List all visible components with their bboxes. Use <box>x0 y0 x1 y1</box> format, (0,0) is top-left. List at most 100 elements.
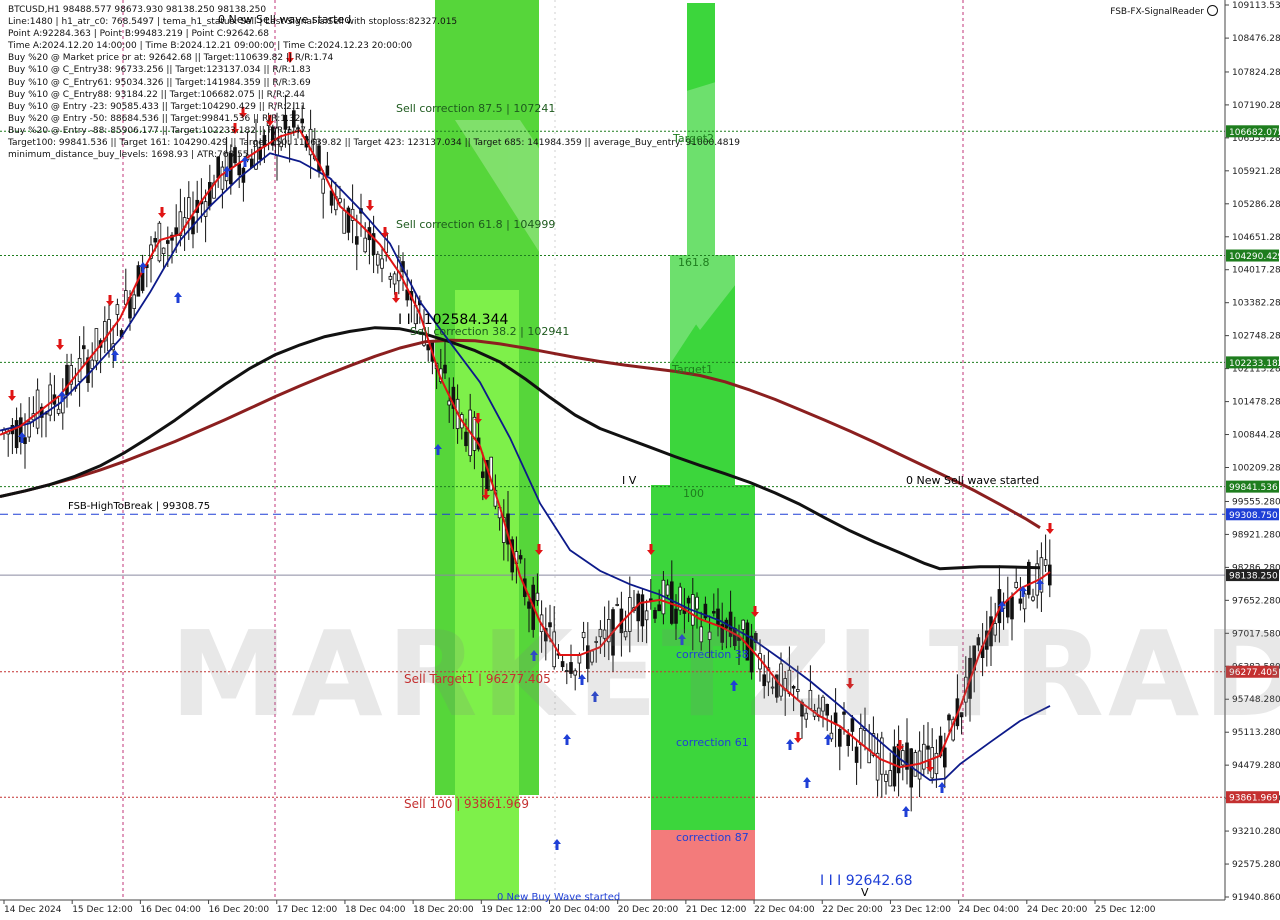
candle-body <box>535 592 540 601</box>
candle-body <box>926 745 930 750</box>
info-line: Buy %20 @ Entry -88: 85906.177 || Target… <box>8 125 307 136</box>
candle-body <box>115 304 120 315</box>
annotation-label: 100 <box>683 487 704 500</box>
annotation-label: Sell correction 87.5 | 107241 <box>396 102 556 115</box>
annotation-label: I V <box>622 474 637 487</box>
candle-body <box>388 276 393 280</box>
x-tick-label: 16 Dec 20:00 <box>209 905 270 915</box>
y-tick-label: 92575.280 <box>1232 860 1280 870</box>
info-line: Buy %10 @ C_Entry88: 93184.22 || Target:… <box>8 89 305 100</box>
info-line: Time A:2024.12.20 14:00:00 | Time B:2024… <box>8 41 413 52</box>
candle-body <box>207 182 212 207</box>
y-tick-label: 93210.280 <box>1232 827 1280 837</box>
candle-body <box>56 408 61 414</box>
candle-body <box>35 389 40 429</box>
candle-body <box>1014 581 1018 588</box>
watermark-text: MARKETZI TRADE <box>170 605 1280 743</box>
annotation-label: I I I 102584.344 <box>398 312 509 328</box>
candle-body <box>917 750 922 780</box>
x-tick-label: 20 Dec 04:00 <box>550 905 611 915</box>
x-tick-label: 16 Dec 04:00 <box>140 905 201 915</box>
y-tick-label: 105921.280 <box>1232 167 1280 177</box>
annotation-label: Sell Target1 | 96277.405 <box>404 672 551 686</box>
annotation-label: Sell 100 | 93861.969 <box>404 797 529 811</box>
x-tick-label: 17 Dec 12:00 <box>277 905 338 915</box>
x-tick-label: 18 Dec 04:00 <box>345 905 406 915</box>
candle-body <box>161 247 166 255</box>
y-tick-label: 91940.860 <box>1232 893 1280 903</box>
x-tick-label: 20 Dec 20:00 <box>618 905 679 915</box>
annotation-label: V <box>861 886 869 899</box>
info-line: Buy %20 @ Entry -50: 88684.536 || Target… <box>8 113 301 124</box>
candle-body <box>354 236 359 245</box>
x-tick-label: 22 Dec 04:00 <box>754 905 815 915</box>
annotation-label: correction 87 <box>676 831 749 844</box>
info-line: Buy %20 @ Market price or at: 92642.68 |… <box>8 53 334 64</box>
annotation-label: correction 38 <box>676 648 749 661</box>
candle-body <box>518 555 523 560</box>
price-badge-label: 98138.250 <box>1229 572 1278 582</box>
candle-body <box>1048 564 1052 586</box>
y-tick-label: 108476.280 <box>1232 34 1280 44</box>
candle-body <box>686 597 691 604</box>
y-tick-label: 103382.280 <box>1232 299 1280 309</box>
candle-body <box>884 773 888 782</box>
candle-body <box>165 240 170 244</box>
x-tick-label: 19 Dec 12:00 <box>481 905 542 915</box>
x-tick-label: 24 Dec 04:00 <box>959 905 1020 915</box>
annotation-label: correction 61 <box>676 736 749 749</box>
price-badge-label: 104290.429 <box>1229 252 1280 262</box>
candle-body <box>132 294 137 309</box>
candle-body <box>380 258 384 269</box>
candle-body <box>82 345 86 350</box>
info-line: Buy %10 @ C_Entry61: 95034.326 || Target… <box>8 77 311 88</box>
candle-body <box>65 364 69 396</box>
candle-body <box>464 431 468 447</box>
y-tick-label: 102748.280 <box>1232 332 1280 342</box>
y-tick-label: 104017.280 <box>1232 266 1280 276</box>
brand-text: FSB-FX-SignalReader <box>1110 7 1204 17</box>
info-line: Buy %10 @ C_Entry38: 96733.256 || Target… <box>8 65 311 76</box>
candle-body <box>443 364 447 374</box>
smiley-icon <box>1207 5 1218 16</box>
y-tick-label: 99555.280 <box>1232 497 1280 507</box>
candle-body <box>14 420 19 449</box>
candle-body <box>472 416 477 451</box>
info-line: Point A:92284.363 | Point B:99483.219 | … <box>8 29 269 40</box>
x-tick-label: 24 Dec 20:00 <box>1027 905 1088 915</box>
candle-body <box>375 253 380 266</box>
candle-body <box>1031 596 1035 601</box>
info-line: BTCUSD,H1 98488.577 98673.930 98138.250 … <box>8 5 267 15</box>
annotation-label: 0 New Buy Wave started <box>497 892 621 903</box>
candle-body <box>888 770 892 787</box>
x-tick-label: 25 Dec 12:00 <box>1095 905 1156 915</box>
info-line: Line:1480 | h1_atr_c0: 768.5497 | tema_h… <box>8 17 458 28</box>
candle-body <box>237 163 242 176</box>
annotation-label: FSB-HighToBreak | 99308.75 <box>68 501 211 512</box>
annotation-label: Target1 <box>672 363 714 376</box>
y-tick-label: 98921.280 <box>1232 530 1280 540</box>
candle-body <box>220 166 225 190</box>
chart-window: { "info_lines": [ "BTCUSD,H1 98488.577 9… <box>0 0 1280 920</box>
y-tick-label: 101478.280 <box>1232 398 1280 408</box>
candle-body <box>901 750 905 766</box>
candle-body <box>922 743 926 770</box>
y-tick-label: 107824.280 <box>1232 68 1280 78</box>
candle-body <box>94 328 99 362</box>
candle-body <box>1043 559 1048 566</box>
candle-body <box>153 238 158 243</box>
brand-label: FSB-FX-SignalReader <box>1110 5 1218 17</box>
candle-body <box>665 584 670 596</box>
candle-body <box>321 178 325 194</box>
y-tick-label: 100209.280 <box>1232 464 1280 474</box>
x-tick-label: 22 Dec 20:00 <box>822 905 883 915</box>
candle-body <box>23 437 27 444</box>
y-tick-label: 94479.280 <box>1232 761 1280 771</box>
candle-body <box>392 273 397 285</box>
info-line: Target100: 99841.536 || Target 161: 1042… <box>8 138 740 149</box>
price-badge-label: 106682.075 <box>1229 128 1280 138</box>
candle-body <box>1018 598 1023 604</box>
x-tick-label: 14 Dec 2024 <box>4 905 62 915</box>
price-badge-label: 99841.536 <box>1229 483 1278 493</box>
y-tick-label: 104651.280 <box>1232 233 1280 243</box>
